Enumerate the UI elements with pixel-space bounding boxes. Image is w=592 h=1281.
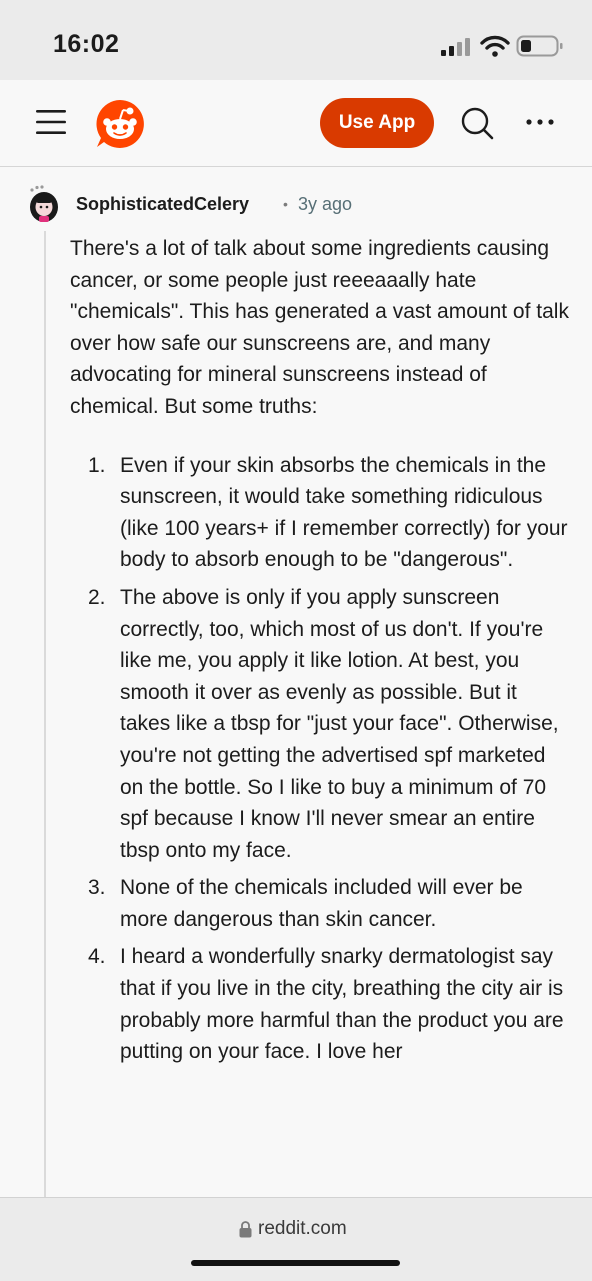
- list-item-number: 1.: [88, 453, 106, 477]
- avatar[interactable]: [26, 185, 62, 225]
- list-item: 4. I heard a wonderfully snarky dermatol…: [88, 941, 570, 1067]
- battery-icon: [516, 35, 563, 57]
- list-item-number: 4.: [88, 945, 106, 969]
- author-name[interactable]: SophisticatedCelery: [76, 194, 249, 215]
- list-item: 3. None of the chemicals included will e…: [88, 872, 570, 935]
- status-time: 16:02: [53, 30, 120, 58]
- comment-body: There's a lot of talk about some ingredi…: [70, 233, 570, 1074]
- comment-timestamp: 3y ago: [298, 194, 353, 214]
- list-item-text: I heard a wonderfully snarky dermatologi…: [120, 945, 564, 1064]
- comment: SophisticatedCelery • 3y ago There's a l…: [0, 167, 592, 1199]
- use-app-button[interactable]: Use App: [320, 98, 434, 148]
- top-nav-bar: Use App: [0, 80, 592, 167]
- reddit-logo[interactable]: [94, 98, 146, 150]
- list-item: 2. The above is only if you apply sunscr…: [88, 582, 570, 866]
- list-item-number: 2.: [88, 585, 106, 609]
- wifi-icon: [480, 35, 510, 57]
- list-item-text: Even if your skin absorbs the chemicals …: [120, 453, 568, 572]
- list-item-number: 3.: [88, 876, 106, 900]
- browser-address-bar[interactable]: reddit.com: [0, 1197, 592, 1281]
- comment-intro: There's a lot of talk about some ingredi…: [70, 237, 569, 418]
- hamburger-menu-icon[interactable]: [36, 109, 66, 135]
- cellular-signal-icon: [441, 38, 470, 56]
- url-text[interactable]: reddit.com: [258, 1218, 347, 1240]
- list-item: 1. Even if your skin absorbs the chemica…: [88, 450, 570, 576]
- more-horizontal-icon[interactable]: [525, 118, 555, 126]
- list-item-text: None of the chemicals included will ever…: [120, 876, 523, 931]
- status-bar: 16:02: [0, 0, 592, 80]
- thread-line[interactable]: [44, 231, 46, 1199]
- home-indicator[interactable]: [191, 1260, 400, 1266]
- meta-separator: •: [283, 196, 288, 212]
- lock-icon: [239, 1221, 252, 1238]
- search-icon[interactable]: [460, 106, 494, 140]
- comment-list: 1. Even if your skin absorbs the chemica…: [70, 450, 570, 1068]
- list-item-text: The above is only if you apply sunscreen…: [120, 585, 559, 862]
